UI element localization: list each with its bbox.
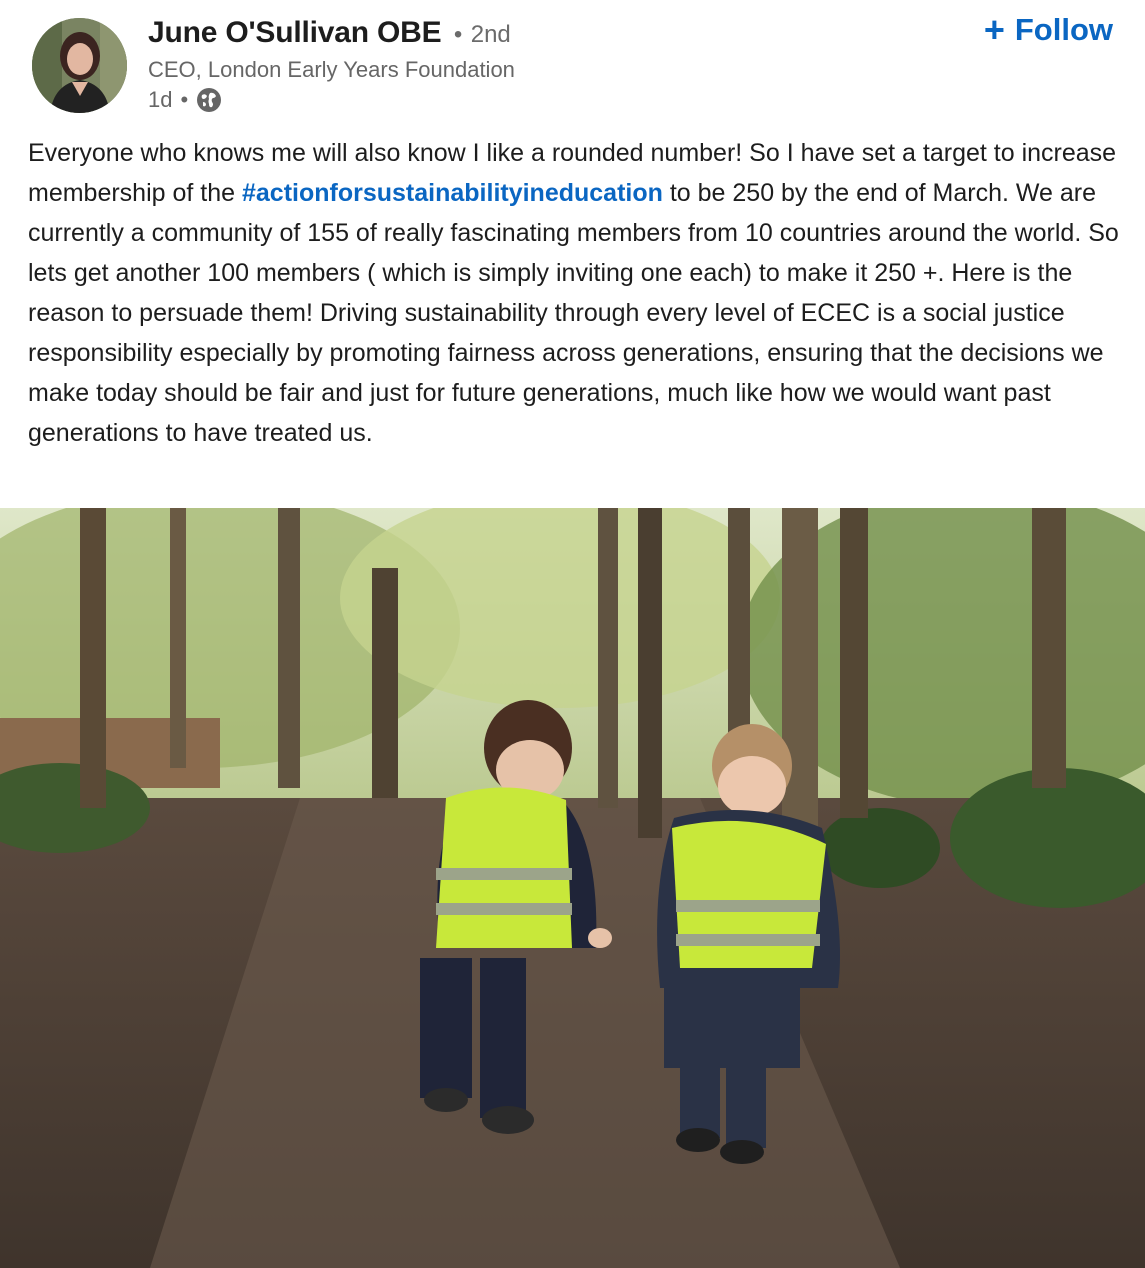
- meta-separator: •: [180, 87, 189, 112]
- author-name[interactable]: June O'Sullivan OBE: [148, 16, 442, 49]
- author-headline: CEO, London Early Years Foundation: [148, 57, 515, 82]
- author-name-row: June O'Sullivan OBE • 2nd: [148, 16, 511, 50]
- post-image[interactable]: [0, 508, 1145, 1268]
- post-text: Everyone who knows me will also know I l…: [28, 133, 1123, 453]
- hashtag-link[interactable]: #actionforsustainabilityineducation: [242, 179, 663, 207]
- connection-degree: 2nd: [470, 21, 511, 48]
- plus-icon: +: [983, 9, 1005, 50]
- author-avatar[interactable]: [32, 18, 127, 113]
- post-time[interactable]: 1d: [148, 87, 172, 113]
- globe-icon: [196, 87, 222, 113]
- post-meta: 1d •: [148, 87, 222, 113]
- feed-post: June O'Sullivan OBE • 2nd CEO, London Ea…: [0, 0, 1145, 1268]
- follow-label: Follow: [1014, 12, 1113, 47]
- follow-button[interactable]: + Follow: [984, 12, 1113, 48]
- name-separator: •: [453, 21, 463, 48]
- post-text-after: to be 250 by the end of March. We are cu…: [28, 179, 1119, 447]
- post-header: June O'Sullivan OBE • 2nd CEO, London Ea…: [0, 0, 1145, 120]
